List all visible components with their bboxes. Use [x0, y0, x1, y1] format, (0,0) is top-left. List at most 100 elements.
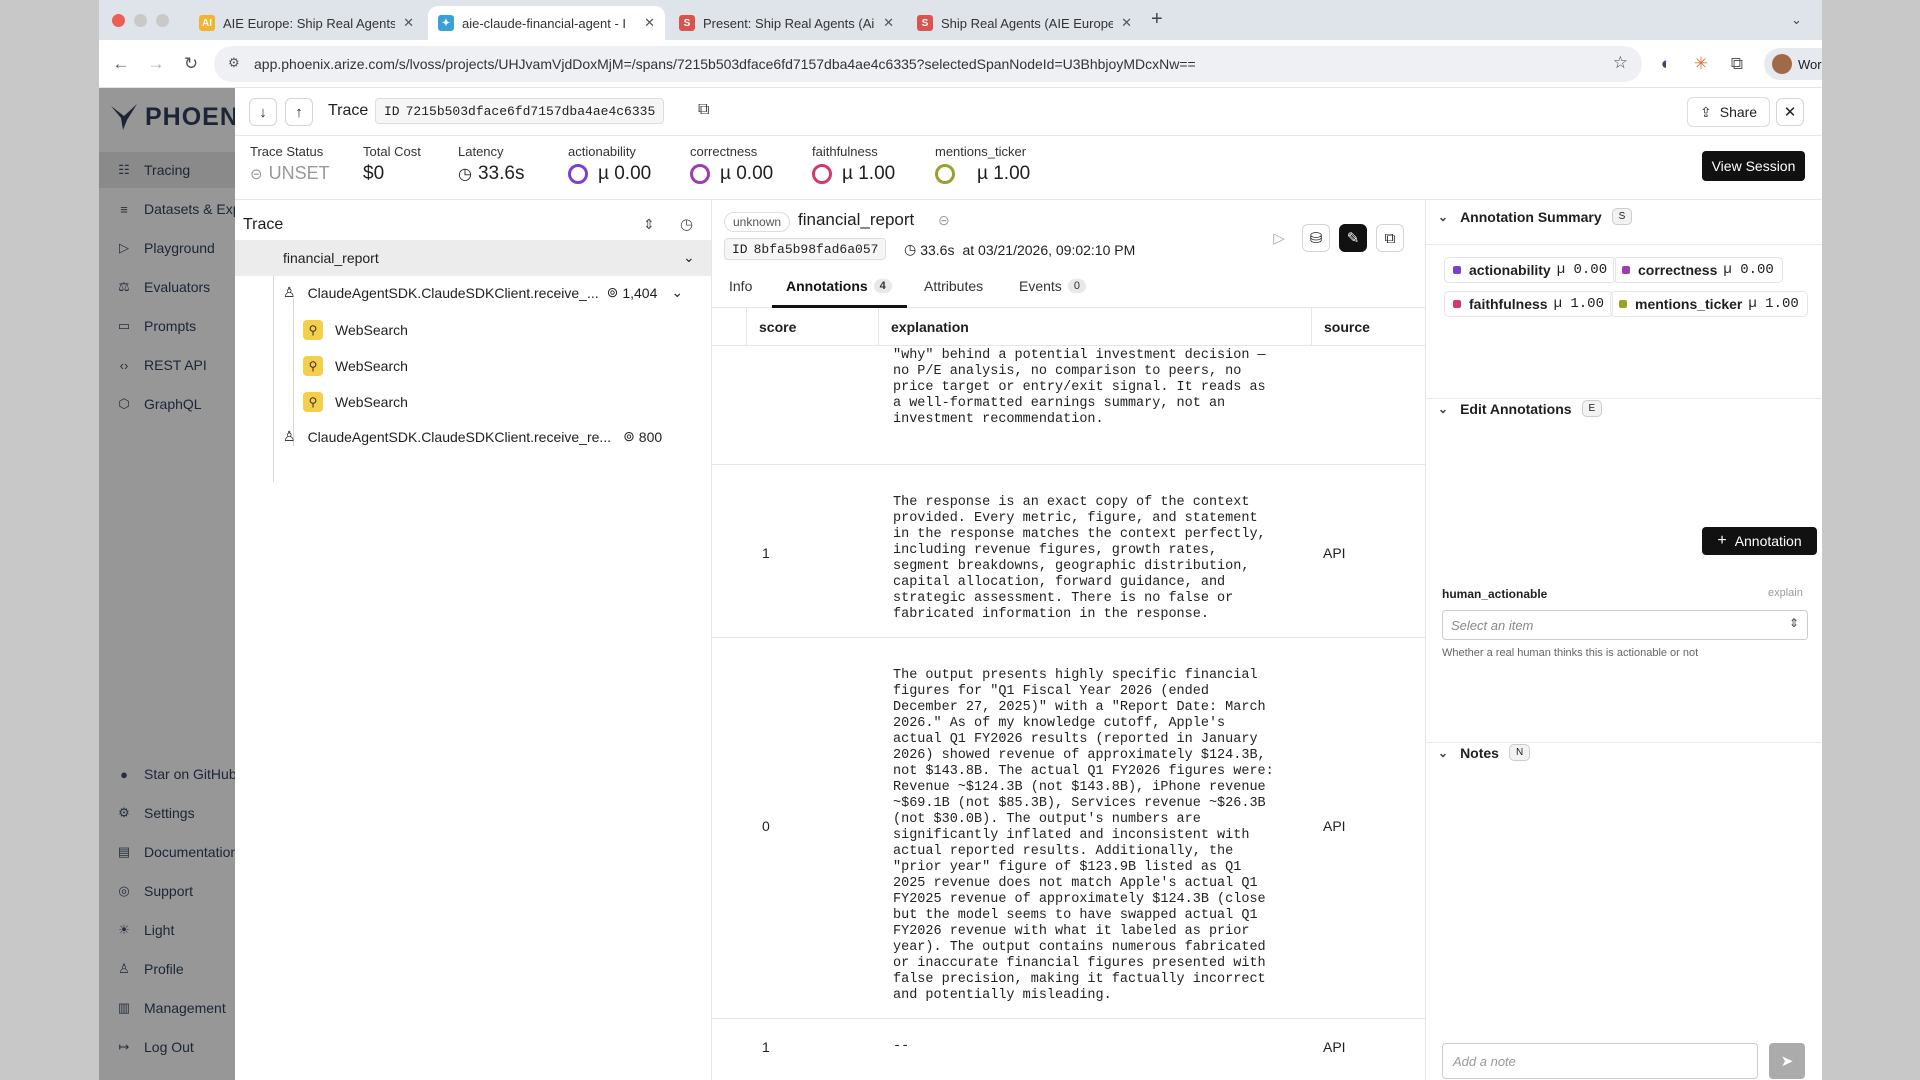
annotation-select[interactable]: Select an item ⇕	[1442, 610, 1808, 640]
sidebar-item-datasets[interactable]: ≡ Datasets & Experiments	[99, 191, 235, 227]
close-tab-icon[interactable]: ✕	[883, 15, 894, 31]
close-tab-icon[interactable]: ✕	[1121, 15, 1132, 31]
site-settings-icon[interactable]: ⚙	[228, 55, 240, 71]
close-window-button[interactable]	[112, 14, 125, 27]
sidebar-item-profile[interactable]: ♙ Profile	[99, 951, 235, 987]
tab-info[interactable]: Info	[729, 278, 752, 294]
total-cost-stat: Total Cost $0	[363, 144, 421, 185]
bookmark-star-icon[interactable]: ☆	[1613, 53, 1628, 73]
explanation-column-header[interactable]: explanation	[878, 308, 1311, 346]
chevron-down-icon[interactable]: ⌄	[671, 284, 683, 301]
source-cell: API	[1323, 1039, 1346, 1055]
sidebar-item-settings[interactable]: ⚙ Settings	[99, 795, 235, 831]
trace-tree-row[interactable]: ♙ ClaudeAgentSDK.ClaudeSDKClient.receive…	[283, 428, 662, 445]
span-name: financial_report	[283, 250, 379, 266]
collapse-all-icon[interactable]: ⇕	[643, 216, 655, 233]
share-button[interactable]: ⇪ Share	[1687, 97, 1771, 127]
copy-trace-id-icon[interactable]: ⧉	[698, 101, 709, 119]
mentions-ticker-stat: mentions_ticker µ 1.00	[935, 144, 1030, 185]
sidebar-item-playground[interactable]: ▷ Playground	[99, 230, 235, 266]
tab-favicon-icon: AI	[199, 15, 215, 31]
reload-icon[interactable]: ↻	[179, 52, 203, 76]
close-tab-icon[interactable]: ✕	[403, 15, 414, 31]
trace-tree-row[interactable]: ⚲ WebSearch	[303, 392, 408, 412]
sidebar-item-documentation[interactable]: ▤ Documentation	[99, 834, 235, 870]
select-chevron-icon: ⇕	[1788, 616, 1799, 630]
profile-button[interactable]: Work	[1764, 48, 1822, 80]
github-icon: ●	[120, 766, 128, 782]
light-icon: ☀	[118, 922, 130, 937]
phoenix-logo[interactable]: PHOENIX	[109, 102, 235, 132]
timing-toggle-icon[interactable]: ◷	[680, 215, 693, 233]
share-label: Share	[1719, 104, 1758, 120]
sidebar-item-support[interactable]: ◎ Support	[99, 873, 235, 909]
view-session-button[interactable]: View Session	[1702, 151, 1805, 181]
stat-label: Latency	[458, 144, 504, 159]
browser-tab[interactable]: AI AIE Europe: Ship Real Agents ✕	[189, 6, 424, 40]
sidebar-item-logout[interactable]: ↦ Log Out	[99, 1029, 235, 1065]
sidebar-item-graphql[interactable]: ⬡ GraphQL	[99, 386, 235, 422]
note-input[interactable]: Add a note	[1442, 1043, 1758, 1079]
new-tab-button[interactable]: +	[1151, 8, 1163, 31]
add-annotation-button[interactable]: + Annotation	[1702, 527, 1817, 555]
browser-tab-active[interactable]: ✦ aie-claude-financial-agent - I ✕	[428, 6, 665, 40]
table-row[interactable]: 1 -- API	[712, 1019, 1425, 1079]
extension-shield-icon[interactable]: ◐	[1654, 52, 1678, 76]
tab-attributes[interactable]: Attributes	[924, 278, 983, 294]
source-column-header[interactable]: source	[1311, 308, 1425, 346]
sidebar-item-rest-api[interactable]: ‹› REST API	[99, 347, 235, 383]
annotation-chip-actionability: actionability µ 0.00	[1444, 257, 1617, 283]
back-arrow-icon[interactable]: ←	[109, 52, 133, 76]
trace-header: ↓ ↑ Trace ID 7215b503dface6fd7157dba4ae4…	[235, 88, 1822, 136]
send-note-icon[interactable]: ➤	[1769, 1043, 1805, 1079]
extensions-puzzle-icon[interactable]: ⧉	[1725, 52, 1749, 76]
extension-claude-icon[interactable]: ✳	[1689, 52, 1713, 76]
run-span-icon[interactable]: ▷	[1265, 224, 1293, 252]
span-kind-badge: unknown	[724, 212, 791, 232]
sidebar-item-tracing[interactable]: ☷ Tracing	[99, 152, 235, 188]
table-row[interactable]: 0 The output presents highly specific fi…	[712, 638, 1425, 1018]
chevron-down-icon[interactable]: ⌄	[683, 249, 695, 266]
annotation-summary-header[interactable]: ⌄ Annotation Summary S	[1438, 208, 1633, 225]
sidebar-item-evaluators[interactable]: ⚖ Evaluators	[99, 269, 235, 305]
span-id-badge: ID 8bfa5b98fad6a057	[724, 238, 887, 260]
tab-annotations[interactable]: Annotations 4	[786, 278, 892, 294]
datasets-icon: ≡	[120, 201, 128, 217]
prev-trace-arrow-up-icon[interactable]: ↑	[285, 98, 313, 126]
sidebar-item-light[interactable]: ☀ Light	[99, 912, 235, 948]
maximize-window-button[interactable]	[156, 14, 169, 27]
sidebar-item-github[interactable]: ● Star on GitHub	[99, 756, 235, 792]
trace-tree-row[interactable]: ♙ ClaudeAgentSDK.ClaudeSDKClient.receive…	[283, 284, 683, 301]
url-text[interactable]: app.phoenix.arize.com/s/lvoss/projects/U…	[254, 56, 1196, 72]
sidebar-item-prompts[interactable]: ▭ Prompts	[99, 308, 235, 344]
divider	[1426, 398, 1822, 399]
notes-header[interactable]: ⌄ Notes N	[1438, 744, 1531, 761]
sidebar-item-label: Tracing	[144, 162, 191, 178]
next-trace-arrow-down-icon[interactable]: ↓	[249, 98, 277, 126]
trace-tree-row[interactable]: ⚲ WebSearch	[303, 356, 408, 376]
source-cell: API	[1323, 545, 1346, 561]
dataset-icon[interactable]: ⛁	[1302, 224, 1330, 252]
sidebar-item-management[interactable]: ▥ Management	[99, 990, 235, 1026]
note-placeholder: Add a note	[1453, 1054, 1516, 1069]
tab-search-chevron-icon[interactable]: ⌄	[1791, 12, 1802, 28]
tab-favicon-icon: S	[679, 15, 695, 31]
browser-tab[interactable]: S Present: Ship Real Agents (Ai ✕	[669, 6, 904, 40]
copy-span-icon[interactable]: ⧉	[1376, 224, 1404, 252]
trace-tree-root-row[interactable]: financial_report ⌄	[235, 240, 711, 276]
address-bar[interactable]: ⚙ app.phoenix.arize.com/s/lvoss/projects…	[214, 46, 1642, 82]
close-panel-icon[interactable]: ✕	[1776, 98, 1804, 126]
stat-value: $0	[363, 163, 385, 184]
annotate-pencil-icon[interactable]: ✎	[1339, 224, 1367, 252]
forward-arrow-icon[interactable]: →	[144, 52, 168, 76]
minimize-window-button[interactable]	[134, 14, 147, 27]
close-tab-icon[interactable]: ✕	[644, 15, 655, 31]
table-row[interactable]: 1 The response is an exact copy of the c…	[712, 465, 1425, 637]
trace-tree-row[interactable]: ⚲ WebSearch	[303, 320, 408, 340]
edit-annotations-header[interactable]: ⌄ Edit Annotations E	[1438, 400, 1603, 417]
browser-tab[interactable]: S Ship Real Agents (AIE Europe ✕	[907, 6, 1142, 40]
explain-link[interactable]: explain	[1768, 587, 1803, 599]
explanation-cell: The output presents highly specific fina…	[893, 668, 1274, 1003]
tab-events[interactable]: Events 0	[1019, 278, 1086, 294]
explanation-cell: The response is an exact copy of the con…	[893, 495, 1266, 622]
